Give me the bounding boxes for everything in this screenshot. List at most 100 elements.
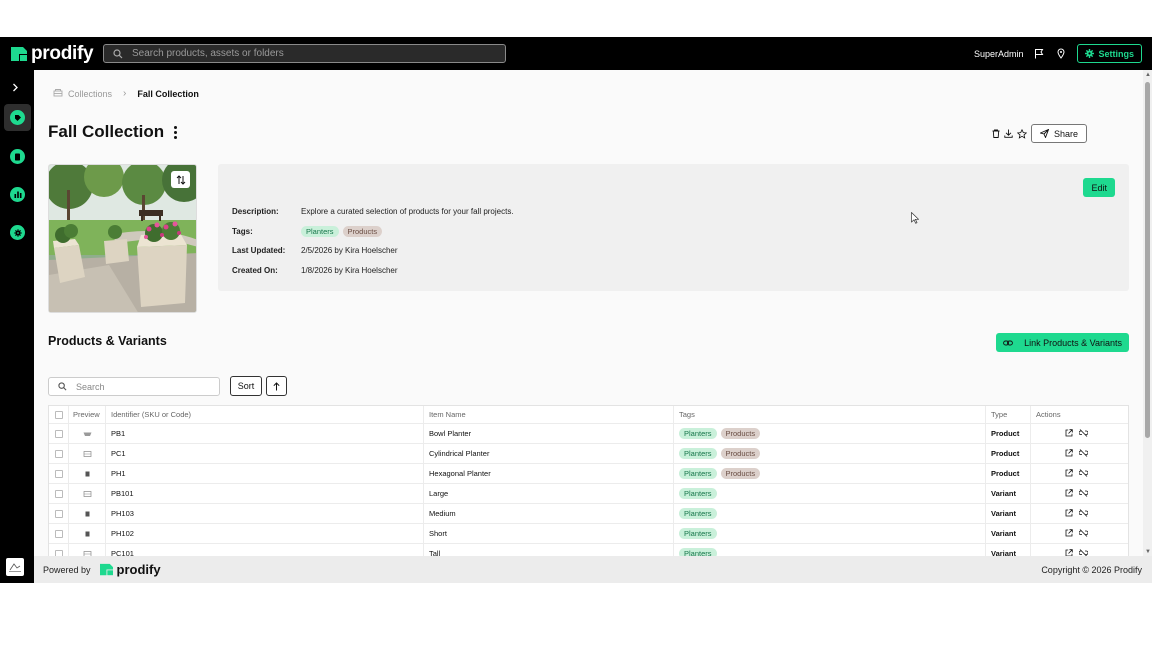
open-external-icon[interactable] bbox=[1065, 428, 1073, 439]
gear-icon bbox=[10, 225, 25, 240]
description-label: Description: bbox=[232, 207, 279, 216]
row-identifier: PB101 bbox=[106, 484, 424, 503]
page-title: Fall Collection bbox=[48, 122, 165, 141]
column-header[interactable]: Type bbox=[986, 406, 1031, 423]
scrollbar-thumb[interactable] bbox=[1145, 82, 1150, 438]
breadcrumb-current: Fall Collection bbox=[137, 88, 199, 99]
settings-button[interactable]: Settings bbox=[1077, 44, 1142, 63]
open-external-icon[interactable] bbox=[1065, 548, 1073, 557]
row-identifier: PC101 bbox=[106, 544, 424, 556]
sort-direction-button[interactable] bbox=[266, 376, 287, 396]
row-checkbox[interactable] bbox=[54, 489, 63, 498]
last-updated-value: 2/5/2026 by Kira Hoelscher bbox=[301, 246, 398, 255]
row-type: Variant bbox=[986, 484, 1031, 503]
user-name[interactable]: SuperAdmin bbox=[974, 49, 1024, 59]
rail-item-documents[interactable] bbox=[4, 143, 31, 170]
column-header: Actions bbox=[1036, 410, 1061, 419]
table-row[interactable]: PB1 Bowl Planter Planters Products Product bbox=[49, 424, 1128, 444]
row-item-name: Hexagonal Planter bbox=[424, 464, 674, 483]
more-options-icon[interactable] bbox=[174, 125, 178, 139]
link-icon bbox=[1003, 340, 1013, 345]
open-external-icon[interactable] bbox=[1065, 488, 1073, 499]
row-checkbox[interactable] bbox=[54, 429, 63, 438]
created-on-value: 1/8/2026 by Kira Hoelscher bbox=[301, 266, 398, 275]
scroll-down-icon[interactable]: ▼ bbox=[1145, 549, 1151, 555]
settings-label: Settings bbox=[1098, 48, 1134, 59]
change-image-button[interactable] bbox=[171, 171, 190, 188]
open-external-icon[interactable] bbox=[1065, 468, 1073, 479]
global-search-input[interactable] bbox=[132, 48, 492, 59]
global-search[interactable] bbox=[103, 44, 506, 63]
column-header: Tags bbox=[674, 406, 986, 423]
star-icon[interactable] bbox=[1016, 128, 1028, 140]
unlink-icon[interactable] bbox=[1078, 488, 1089, 499]
bar-chart-icon bbox=[10, 187, 25, 202]
unlink-icon[interactable] bbox=[1078, 548, 1089, 556]
scroll-up-icon[interactable]: ▲ bbox=[1145, 72, 1151, 78]
prodify-logo-icon bbox=[11, 46, 27, 61]
table-header: Preview Identifier (SKU or Code) Item Na… bbox=[49, 406, 1128, 424]
description-value: Explore a curated selection of products … bbox=[301, 207, 514, 216]
open-external-icon[interactable] bbox=[1065, 508, 1073, 519]
table-row[interactable]: PH102 Short Planters Variant bbox=[49, 524, 1128, 544]
account-avatar[interactable] bbox=[6, 558, 24, 576]
products-table: Preview Identifier (SKU or Code) Item Na… bbox=[48, 405, 1129, 556]
breadcrumb-collections[interactable]: Collections bbox=[68, 89, 112, 99]
rail-item-settings[interactable] bbox=[4, 219, 31, 246]
rail-item-reports[interactable] bbox=[4, 181, 31, 208]
table-row[interactable]: PC1 Cylindrical Planter Planters Products Pr… bbox=[49, 444, 1128, 464]
download-icon[interactable] bbox=[1003, 128, 1015, 140]
row-identifier: PH102 bbox=[106, 524, 424, 543]
collection-actions: Share bbox=[989, 124, 1087, 143]
unlink-icon[interactable] bbox=[1078, 448, 1089, 459]
chevron-right-icon[interactable] bbox=[12, 79, 19, 97]
select-all-checkbox[interactable] bbox=[54, 410, 63, 419]
table-search[interactable] bbox=[48, 377, 220, 396]
tag-chip: Planters bbox=[679, 428, 717, 439]
row-identifier: PB1 bbox=[106, 424, 424, 443]
gear-icon bbox=[1085, 49, 1095, 58]
footer-logo[interactable]: prodify bbox=[99, 562, 161, 577]
tag-chip: Products bbox=[342, 226, 383, 237]
table-row[interactable]: PH103 Medium Planters Variant bbox=[49, 504, 1128, 524]
edit-button[interactable]: Edit bbox=[1083, 178, 1115, 197]
tag-chip: Planters bbox=[679, 448, 717, 459]
row-checkbox[interactable] bbox=[54, 509, 63, 518]
table-row[interactable]: PC101 Tall Planters Variant bbox=[49, 544, 1128, 556]
brand-logo[interactable]: prodify bbox=[10, 43, 96, 65]
breadcrumb: Collections › Fall Collection bbox=[53, 88, 199, 99]
row-preview-thumbnail bbox=[69, 444, 106, 463]
unlink-icon[interactable] bbox=[1078, 428, 1089, 439]
footer-brand: prodify bbox=[116, 562, 161, 577]
table-row[interactable]: PH1 Hexagonal Planter Planters Products Prod… bbox=[49, 464, 1128, 484]
open-external-icon[interactable] bbox=[1065, 448, 1073, 459]
table-row[interactable]: PB101 Large Planters Variant bbox=[49, 484, 1128, 504]
unlink-icon[interactable] bbox=[1078, 508, 1089, 519]
open-external-icon[interactable] bbox=[1065, 528, 1073, 539]
table-search-input[interactable] bbox=[76, 381, 216, 392]
row-type: Product bbox=[986, 424, 1031, 443]
sort-button[interactable]: Sort bbox=[230, 376, 262, 396]
row-type: Product bbox=[986, 444, 1031, 463]
trash-icon[interactable] bbox=[990, 128, 1002, 140]
rail-item-collections[interactable] bbox=[4, 104, 31, 131]
location-pin-icon[interactable] bbox=[1055, 48, 1067, 60]
tag-chip: Planters bbox=[679, 508, 717, 519]
tag-icon bbox=[10, 110, 25, 125]
row-checkbox[interactable] bbox=[54, 529, 63, 538]
tag-chip: Planters bbox=[679, 488, 717, 499]
tag-chip: Planters bbox=[679, 468, 717, 479]
link-products-button[interactable]: Link Products & Variants bbox=[996, 333, 1129, 352]
row-preview-thumbnail bbox=[69, 484, 106, 503]
column-header[interactable]: Item Name bbox=[424, 406, 674, 423]
unlink-icon[interactable] bbox=[1078, 528, 1089, 539]
row-checkbox[interactable] bbox=[54, 469, 63, 478]
flag-icon[interactable] bbox=[1033, 48, 1045, 60]
vertical-scrollbar[interactable]: ▲ ▼ bbox=[1143, 70, 1152, 556]
column-header[interactable]: Identifier (SKU or Code) bbox=[106, 406, 424, 423]
share-button[interactable]: Share bbox=[1030, 124, 1087, 143]
unlink-icon[interactable] bbox=[1078, 468, 1089, 479]
collection-info-card: Edit Description: Explore a curated sele… bbox=[218, 164, 1129, 291]
row-tags: Planters bbox=[674, 504, 986, 523]
row-checkbox[interactable] bbox=[54, 449, 63, 458]
